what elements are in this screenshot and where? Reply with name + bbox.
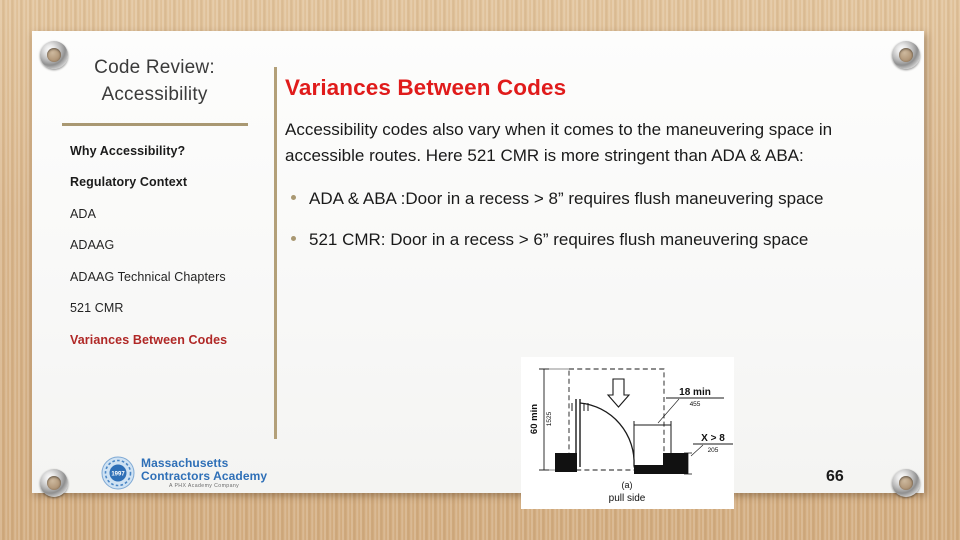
diagram-svg: 60 min 1525 18 min 455 X > 8 205 (a) pul…	[521, 357, 734, 509]
bullet-item-521-cmr: 521 CMR: Door in a recess > 6” requires …	[285, 227, 890, 253]
table-of-contents: Why Accessibility? Regulatory Context AD…	[52, 143, 257, 349]
label-top-dim-metric: 455	[690, 401, 701, 408]
bullet-dot-icon	[291, 194, 296, 200]
sidebar-item-regulatory-context[interactable]: Regulatory Context	[70, 174, 248, 191]
sidebar-item-ada[interactable]: ADA	[70, 206, 248, 223]
logo-tagline: A PHX Academy Company	[169, 482, 240, 489]
deck-title-line-1: Code Review:	[94, 57, 215, 78]
door-maneuvering-clearance-diagram: 60 min 1525 18 min 455 X > 8 205 (a) pul…	[521, 357, 734, 509]
intro-paragraph: Accessibility codes also vary when it co…	[285, 119, 833, 166]
slide-root: Code Review: Accessibility Why Accessibi…	[0, 0, 960, 540]
sidebar-divider-rule	[61, 122, 248, 126]
sidebar-content-divider	[274, 67, 277, 439]
grommet-bottom-right-icon	[892, 469, 920, 497]
label-recess-dim: X > 8	[701, 433, 725, 444]
grommet-bottom-left-icon	[40, 469, 68, 497]
sidebar-item-adaag[interactable]: ADAAG	[70, 237, 248, 254]
sidebar-item-521-cmr[interactable]: 521 CMR	[70, 300, 248, 317]
label-vertical-dim-metric: 1525	[546, 411, 553, 426]
bullet-item-ada-aba: ADA & ABA :Door in a recess > 8” require…	[285, 186, 890, 212]
academy-seal-icon: 1997	[101, 456, 135, 490]
deck-title: Code Review: Accessibility	[52, 55, 257, 109]
logo-wordmark: Massachusetts Contractors Academy A PHX …	[141, 457, 267, 489]
deck-title-line-2: Accessibility	[101, 83, 208, 105]
logo-line-1: Massachusetts	[141, 455, 229, 470]
bullet-text: 521 CMR: Door in a recess > 6” requires …	[309, 230, 809, 250]
label-top-dim: 18 min	[679, 387, 711, 398]
bullet-dot-icon	[291, 236, 296, 242]
page-title: Variances Between Codes	[285, 75, 567, 100]
main-content: Variances Between Codes Accessibility co…	[285, 75, 890, 268]
grommet-top-right-icon	[892, 41, 920, 69]
label-recess-dim-metric: 205	[708, 447, 719, 454]
sidebar-item-variances-between-codes[interactable]: Variances Between Codes	[70, 332, 248, 349]
seal-year-text: 1997	[111, 471, 125, 477]
sidebar: Code Review: Accessibility Why Accessibi…	[52, 55, 257, 455]
label-vertical-dim: 60 min	[529, 404, 540, 434]
sidebar-item-adaag-technical-chapters[interactable]: ADAAG Technical Chapters	[70, 269, 248, 286]
diagram-caption-text: pull side	[609, 493, 646, 504]
page-number: 66	[826, 468, 844, 485]
sidebar-item-why-accessibility[interactable]: Why Accessibility?	[70, 143, 248, 160]
logo-line-2: Contractors Academy	[141, 468, 268, 483]
organization-logo: 1997 Massachusetts Contractors Academy A…	[101, 452, 267, 494]
bullet-list: ADA & ABA :Door in a recess > 8” require…	[285, 186, 890, 254]
bullet-text: ADA & ABA :Door in a recess > 8” require…	[309, 188, 824, 208]
diagram-caption-letter: (a)	[622, 480, 633, 490]
